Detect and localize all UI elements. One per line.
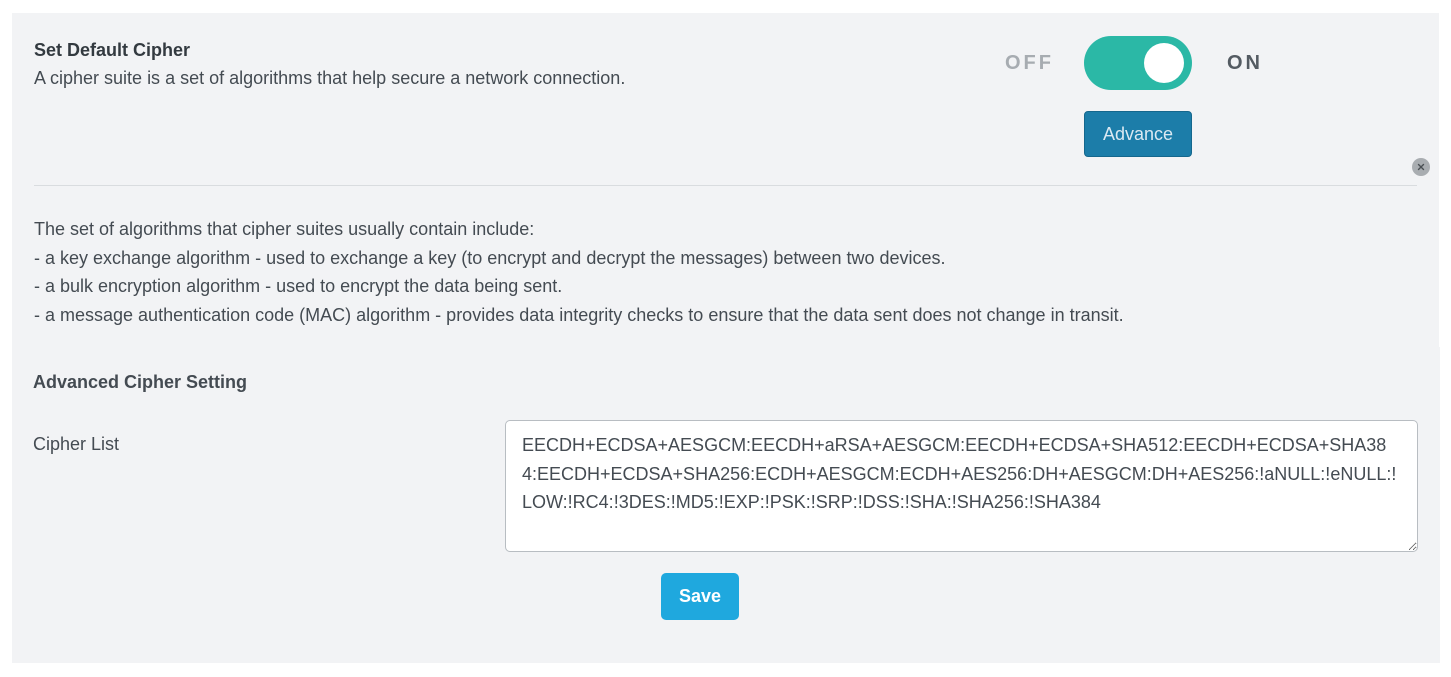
section-subtitle: A cipher suite is a set of algorithms th… — [34, 68, 626, 88]
set-default-cipher-panel: Set Default Cipher A cipher suite is a s… — [12, 13, 1439, 347]
description-line: - a message authentication code (MAC) al… — [34, 304, 1124, 325]
cipher-description: The set of algorithms that cipher suites… — [34, 215, 1124, 329]
description-line: The set of algorithms that cipher suites… — [34, 219, 535, 239]
section-divider — [34, 185, 1417, 186]
advanced-section-title: Advanced Cipher Setting — [33, 372, 248, 392]
close-icon[interactable] — [1412, 158, 1430, 176]
advance-button[interactable]: Advance — [1084, 111, 1192, 157]
cipher-list-textarea[interactable]: EECDH+ECDSA+AESGCM:EECDH+aRSA+AESGCM:EEC… — [505, 420, 1418, 552]
description-line: - a bulk encryption algorithm - used to … — [34, 276, 563, 296]
advanced-cipher-panel: Advanced Cipher Setting Cipher List EECD… — [12, 347, 1440, 663]
toggle-off-label: OFF — [1005, 52, 1054, 74]
cipher-list-label: Cipher List — [33, 434, 120, 454]
description-line: - a key exchange algorithm - used to exc… — [34, 247, 946, 268]
default-cipher-toggle[interactable] — [1084, 36, 1192, 90]
toggle-on-label: ON — [1227, 52, 1263, 74]
toggle-knob — [1144, 43, 1184, 83]
section-title: Set Default Cipher — [34, 40, 191, 60]
save-button[interactable]: Save — [661, 573, 739, 620]
